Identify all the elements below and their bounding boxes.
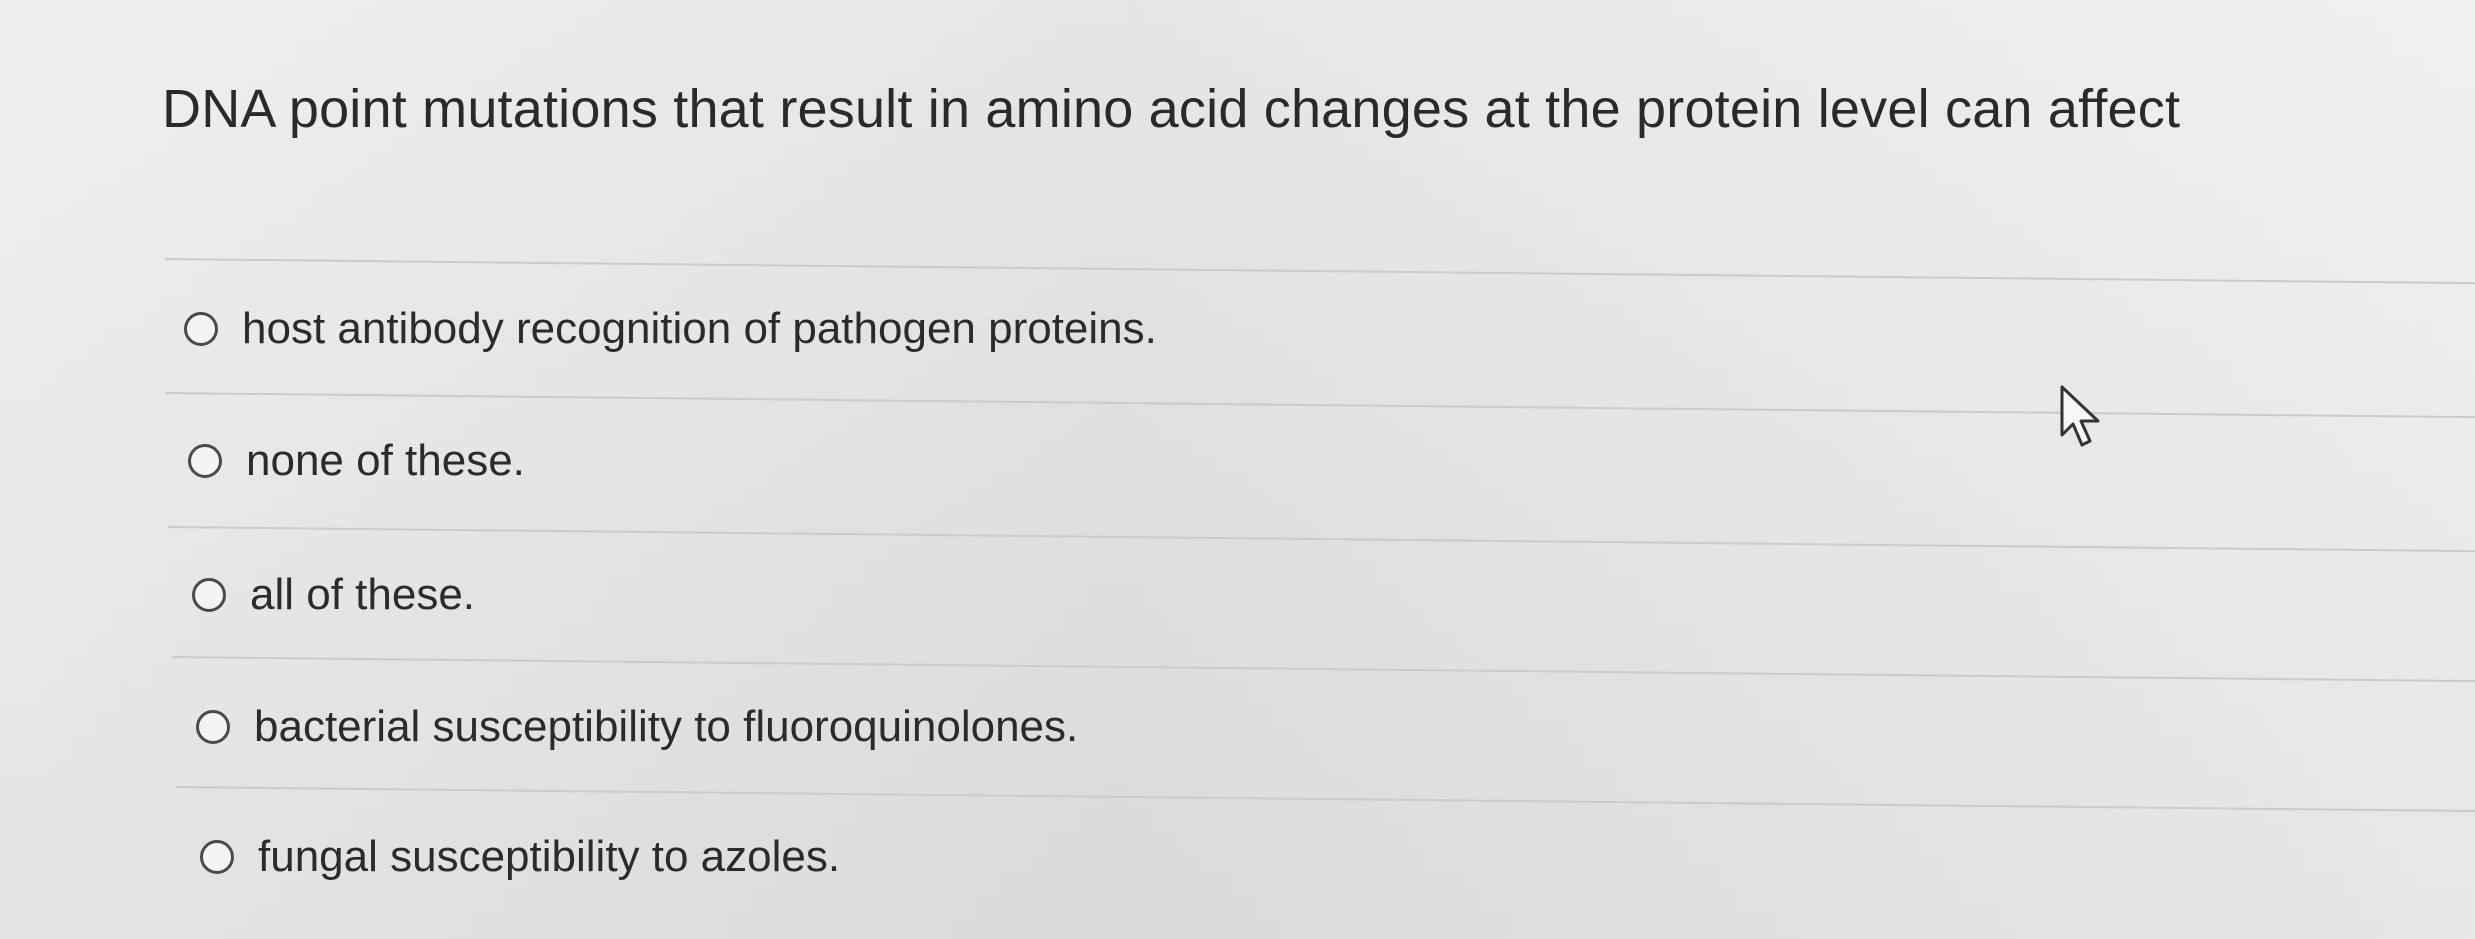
radio-unselected-icon[interactable] [196,710,230,744]
radio-unselected-icon[interactable] [200,840,234,874]
option-bacterial-susceptibility[interactable]: bacterial susceptibility to fluoroquinol… [196,702,1078,752]
option-label: none of these. [246,436,525,485]
option-fungal-susceptibility[interactable]: fungal susceptibility to azoles. [200,832,840,882]
divider [167,526,2475,553]
option-label: host antibody recognition of pathogen pr… [242,304,1157,353]
radio-unselected-icon[interactable] [184,312,218,346]
option-host-antibody[interactable]: host antibody recognition of pathogen pr… [184,304,1157,354]
divider [175,786,2475,813]
radio-unselected-icon[interactable] [192,578,226,612]
divider [171,656,2475,683]
option-label: bacterial susceptibility to fluoroquinol… [254,702,1079,751]
mouse-pointer-icon [2060,385,2100,447]
question-text: DNA point mutations that result in amino… [162,79,2181,139]
quiz-screen: DNA point mutations that result in amino… [0,0,2475,939]
option-all-of-these[interactable]: all of these. [192,570,475,620]
radio-unselected-icon[interactable] [188,444,222,478]
divider [164,258,2475,285]
option-label: all of these. [250,570,476,619]
divider [164,392,2475,419]
option-label: fungal susceptibility to azoles. [258,832,841,881]
option-none-of-these[interactable]: none of these. [188,436,525,486]
